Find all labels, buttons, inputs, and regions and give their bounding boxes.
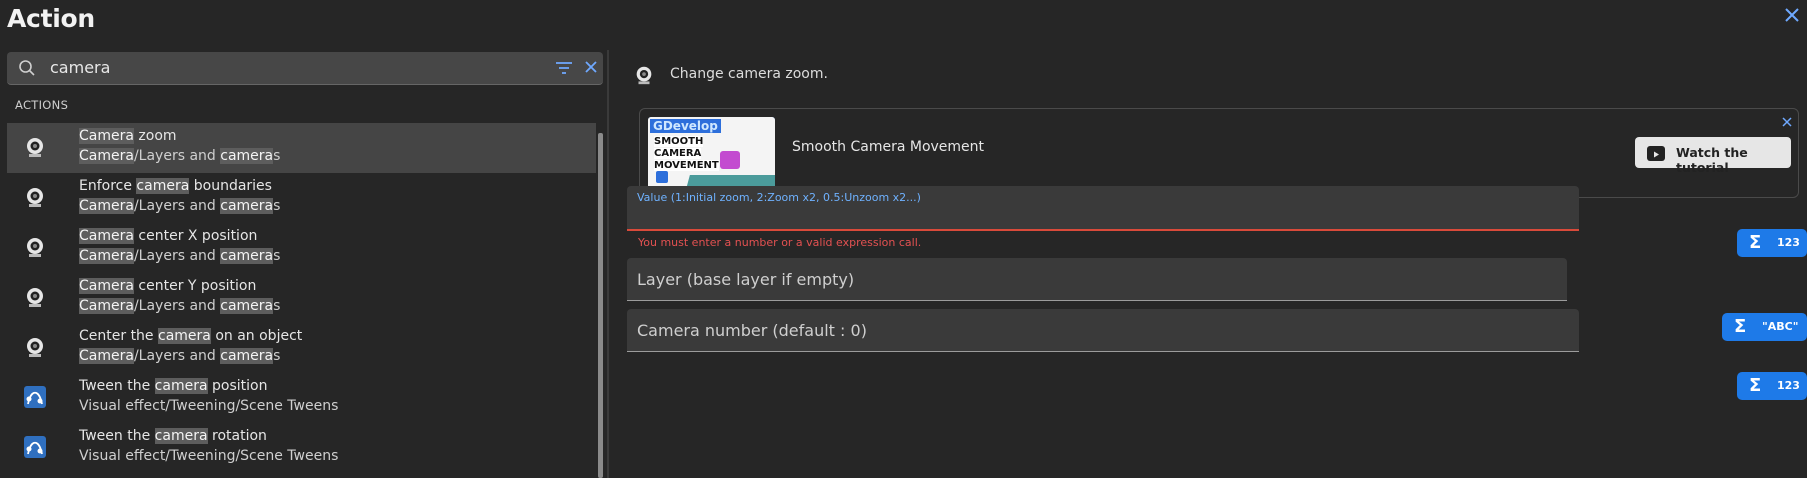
item-title: Camera center X position [79, 228, 258, 244]
camera-icon [23, 335, 47, 359]
watch-tutorial-button[interactable]: Watch the tutorial [1635, 137, 1791, 175]
youtube-icon [1647, 146, 1665, 161]
item-title: Camera zoom [79, 128, 177, 144]
tween-icon [23, 435, 47, 459]
camera-icon [23, 135, 47, 159]
action-description: Change camera zoom. [670, 66, 828, 82]
clear-search-icon[interactable] [583, 59, 599, 75]
list-item[interactable]: Tween the camera position Visual effect/… [7, 373, 596, 423]
close-icon[interactable] [1781, 113, 1793, 127]
item-title: Camera center Y position [79, 278, 257, 294]
list-item[interactable]: Camera zoom Camera/Layers and cameras [7, 123, 596, 173]
camera-number-field-label: Camera number (default : 0) [637, 321, 867, 340]
camera-number-field[interactable]: Camera number (default : 0) [627, 309, 1579, 352]
section-label: ACTIONS [15, 98, 69, 112]
number-expression-button[interactable]: Σ 123 [1737, 229, 1807, 257]
tutorial-thumbnail[interactable]: GDevelop SMOOTH CAMERA MOVEMENT [648, 117, 775, 189]
list-item[interactable]: Center the camera on an object Camera/La… [7, 323, 596, 373]
sigma-icon: Σ [1749, 375, 1762, 396]
number-expression-button[interactable]: Σ 123 [1737, 372, 1807, 400]
search-input[interactable]: camera [50, 58, 110, 77]
list-item[interactable]: Tween the camera rotation Visual effect/… [7, 423, 596, 473]
list-item[interactable]: Camera center X position Camera/Layers a… [7, 223, 596, 273]
layer-field-label: Layer (base layer if empty) [637, 270, 855, 289]
list-item[interactable]: Enforce camera boundaries Camera/Layers … [7, 173, 596, 223]
item-title: Tween the camera position [79, 378, 268, 394]
search-field[interactable]: camera [7, 52, 603, 85]
tutorial-card: GDevelop SMOOTH CAMERA MOVEMENT Smooth C… [639, 108, 1799, 198]
item-category: Camera/Layers and cameras [79, 348, 281, 364]
item-category: Camera/Layers and cameras [79, 248, 281, 264]
camera-icon [23, 185, 47, 209]
camera-icon [23, 235, 47, 259]
item-title: Enforce camera boundaries [79, 178, 272, 194]
search-icon [18, 59, 36, 77]
layer-field[interactable]: Layer (base layer if empty) [627, 258, 1567, 301]
actions-panel: camera ACTIONS Camera zoom Camera/Layers… [0, 50, 607, 478]
camera-icon [633, 64, 655, 86]
action-list: Camera zoom Camera/Layers and cameras En… [7, 123, 596, 473]
value-field-label: Value (1:Initial zoom, 2:Zoom x2, 0.5:Un… [637, 191, 921, 204]
item-category: Visual effect/Tweening/Scene Tweens [79, 448, 339, 464]
item-title: Center the camera on an object [79, 328, 303, 344]
list-item[interactable]: Camera center Y position Camera/Layers a… [7, 273, 596, 323]
item-title: Tween the camera rotation [79, 428, 267, 444]
filter-icon[interactable] [555, 60, 573, 76]
item-category: Camera/Layers and cameras [79, 298, 281, 314]
string-expression-button[interactable]: Σ "ABC" [1722, 313, 1807, 341]
sigma-icon: Σ [1734, 316, 1747, 337]
action-detail-panel: Change camera zoom. GDevelop SMOOTH CAME… [609, 50, 1807, 478]
list-scrollbar[interactable] [598, 133, 603, 478]
camera-icon [23, 285, 47, 309]
item-category: Camera/Layers and cameras [79, 148, 281, 164]
sigma-icon: Σ [1749, 232, 1762, 253]
gdevelop-logo-icon [656, 171, 668, 183]
item-category: Visual effect/Tweening/Scene Tweens [79, 398, 339, 414]
mascot-icon [720, 151, 740, 169]
tween-icon [23, 385, 47, 409]
dialog-title: Action [7, 4, 95, 33]
close-dialog-icon[interactable] [1781, 4, 1803, 26]
value-error-text: You must enter a number or a valid expre… [638, 236, 922, 249]
item-category: Camera/Layers and cameras [79, 198, 281, 214]
value-field[interactable]: Value (1:Initial zoom, 2:Zoom x2, 0.5:Un… [627, 186, 1579, 231]
tutorial-title: Smooth Camera Movement [792, 139, 985, 155]
